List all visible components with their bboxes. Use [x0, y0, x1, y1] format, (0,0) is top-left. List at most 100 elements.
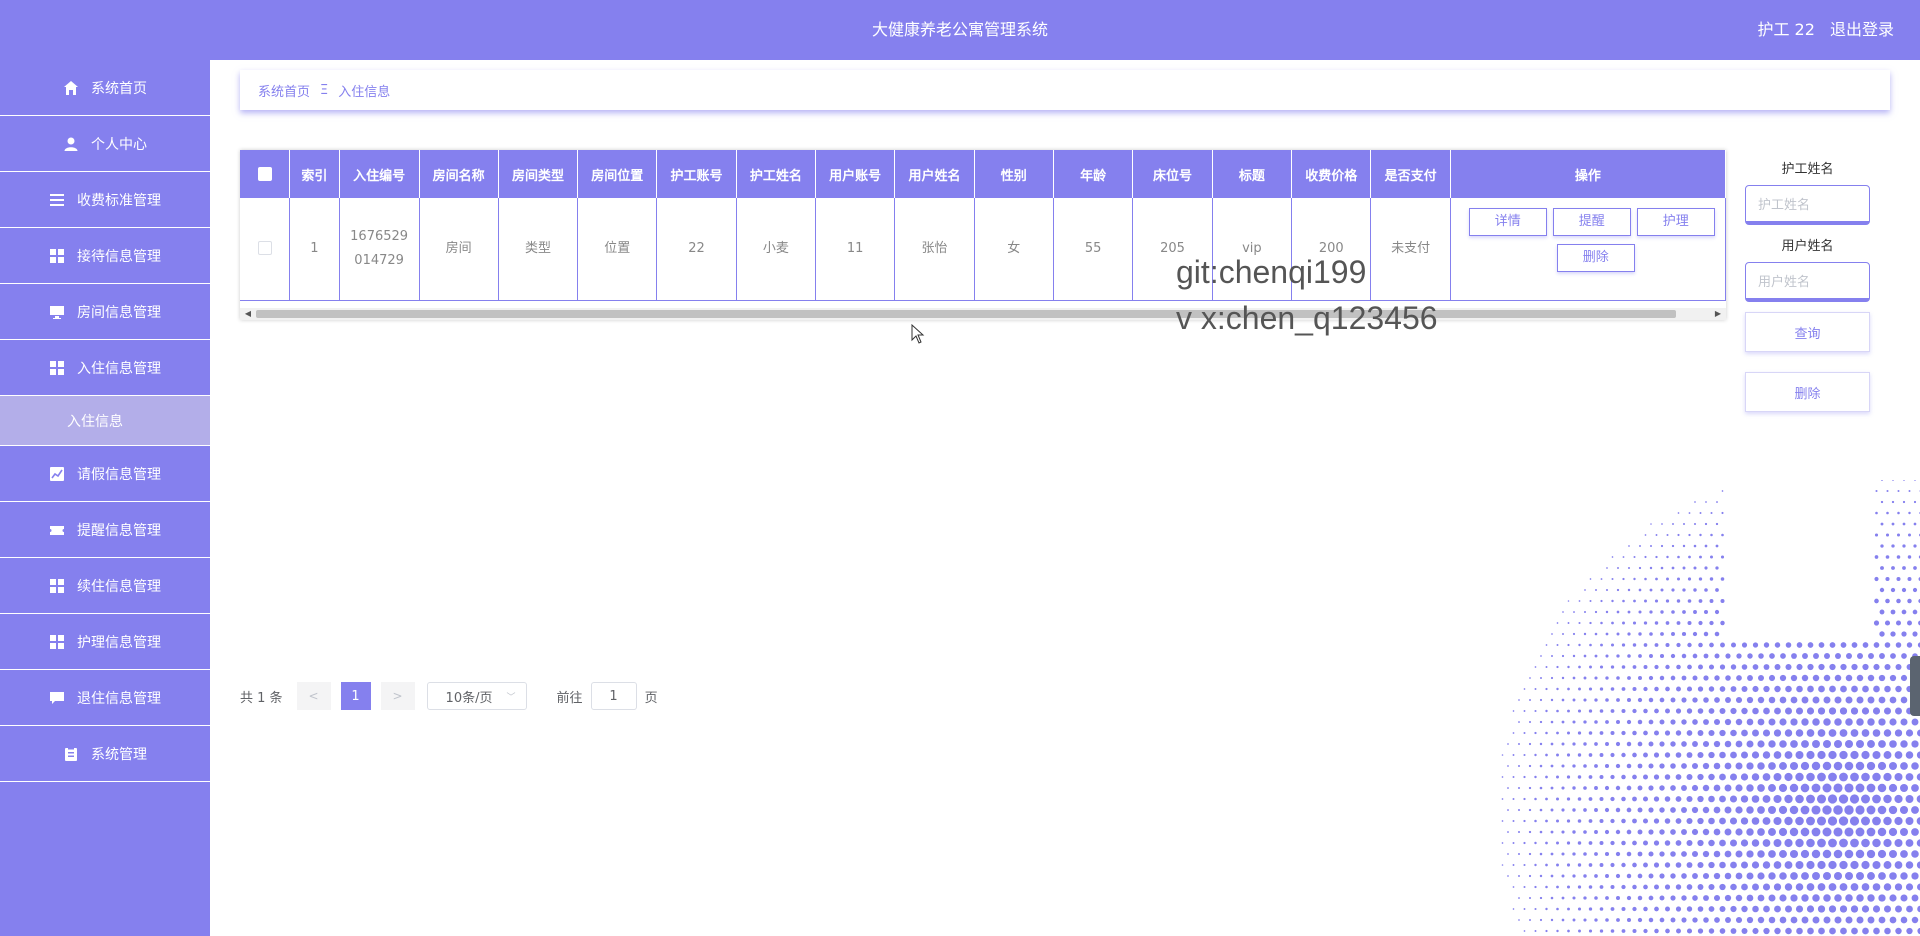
sidebar-item-label: 续住信息管理: [77, 578, 161, 595]
nurse-name-label: 护工姓名: [1781, 162, 1834, 177]
cell-gender: 女: [974, 198, 1054, 301]
goto-page-input[interactable]: 1: [590, 682, 637, 710]
mouse-cursor-icon: [911, 324, 925, 344]
sidebar-item-label: 系统管理: [91, 746, 147, 763]
sidebar-item-checkin[interactable]: 入住信息管理: [0, 340, 210, 396]
side-floating-tab[interactable]: [1910, 656, 1920, 716]
column-header: 年龄: [1053, 150, 1134, 198]
user-name-label: 用户姓名: [1781, 239, 1834, 254]
sidebar-item-profile[interactable]: 个人中心: [0, 116, 210, 172]
sidebar-item-room[interactable]: 房间信息管理: [0, 284, 210, 340]
top-header: 大健康养老公寓管理系统 护工 22 退出登录: [0, 0, 1920, 60]
sidebar-item-leave[interactable]: 请假信息管理: [0, 446, 210, 502]
query-button[interactable]: 查询: [1745, 312, 1870, 352]
cell-user-account: 11: [815, 198, 896, 301]
sidebar-item-nursing[interactable]: 护理信息管理: [0, 614, 210, 670]
sidebar-item-label: 入住信息管理: [77, 360, 161, 377]
column-header: 入住编号: [339, 150, 420, 198]
nursing-button[interactable]: 护理: [1636, 208, 1715, 236]
user-name-input[interactable]: 用户姓名: [1745, 262, 1870, 302]
pagination: 共 1 条 < 1 > 10条/页 ﹀ 前往 1 页: [240, 682, 658, 710]
page-size-select[interactable]: 10条/页 ﹀: [426, 682, 527, 710]
column-header: 房间位置: [577, 150, 658, 198]
scroll-left-arrow-icon[interactable]: ◀: [242, 308, 254, 320]
sidebar-item-label: 收费标准管理: [77, 192, 161, 209]
column-header: 床位号: [1132, 150, 1213, 198]
row-select-cell: [240, 198, 291, 301]
cell-nurse-name: 小麦: [736, 198, 817, 301]
current-user-label: 护工 22: [1757, 20, 1815, 39]
batch-delete-button[interactable]: 删除: [1745, 372, 1870, 412]
column-header: 护工账号: [656, 150, 737, 198]
sidebar-item-label: 提醒信息管理: [77, 522, 161, 539]
horizontal-scrollbar[interactable]: ◀ ▶: [240, 308, 1726, 320]
user-icon: [63, 136, 79, 152]
column-header: 用户姓名: [894, 150, 975, 198]
sidebar-item-label: 请假信息管理: [77, 466, 161, 483]
watermark-line2: v x:chen_q123456: [1176, 300, 1438, 336]
breadcrumb-home[interactable]: 系统首页: [258, 81, 310, 100]
sidebar-item-fee-standard[interactable]: 收费标准管理: [0, 172, 210, 228]
goto-suffix: 页: [644, 690, 658, 706]
grid-icon: [49, 578, 65, 594]
select-all-header: [240, 150, 291, 198]
sidebar-item-reminder[interactable]: 提醒信息管理: [0, 502, 210, 558]
sidebar-item-checkout[interactable]: 退住信息管理: [0, 670, 210, 726]
logout-button[interactable]: 退出登录: [1830, 20, 1894, 39]
watermark-line1: git:chenqi199: [1176, 254, 1367, 290]
list-icon: [49, 192, 65, 208]
breadcrumb: 系统首页 Ξ 入住信息: [240, 70, 1890, 110]
column-header: 是否支付: [1370, 150, 1451, 198]
app-title: 大健康养老公寓管理系统: [871, 20, 1048, 39]
grid-icon: [49, 248, 65, 264]
row-checkbox[interactable]: [257, 241, 272, 256]
cell-index: 1: [289, 198, 340, 301]
sidebar-item-home[interactable]: 系统首页: [0, 60, 210, 116]
page-number-button[interactable]: 1: [340, 682, 371, 710]
user-area: 护工 22 退出登录: [1747, 0, 1894, 60]
cell-room-name: 房间: [419, 198, 499, 301]
detail-button[interactable]: 详情: [1468, 208, 1547, 236]
breadcrumb-separator: Ξ: [320, 82, 329, 98]
sidebar-item-system[interactable]: 系统管理: [0, 726, 210, 782]
remind-button[interactable]: 提醒: [1552, 208, 1631, 236]
row-delete-button[interactable]: 删除: [1556, 244, 1635, 272]
chat-icon: [49, 690, 65, 706]
sidebar-item-label: 房间信息管理: [77, 304, 161, 321]
goto-label: 前往: [556, 690, 583, 706]
column-header: 房间名称: [419, 150, 499, 198]
pagination-total: 共 1 条: [240, 690, 283, 706]
cell-checkin-no: 1676529 014729: [339, 198, 420, 301]
cell-room-location: 位置: [577, 198, 658, 301]
sidebar-item-extend-stay[interactable]: 续住信息管理: [0, 558, 210, 614]
chart-icon: [49, 466, 65, 482]
grid-icon: [49, 634, 65, 650]
chevron-down-icon: ﹀: [506, 692, 516, 703]
sidebar-item-label: 退住信息管理: [77, 690, 161, 707]
sidebar-subitem-checkin-info[interactable]: 入住信息: [0, 396, 210, 446]
column-header: 护工姓名: [736, 150, 817, 198]
home-icon: [63, 80, 79, 96]
ticket-icon: [49, 522, 65, 538]
scroll-right-arrow-icon[interactable]: ▶: [1712, 308, 1724, 320]
table-row: 1 1676529 014729 房间 类型 位置 22 小麦 11 张怡 女 5…: [240, 198, 1726, 301]
clipboard-icon: [63, 746, 79, 762]
grid-icon: [49, 360, 65, 376]
cell-age: 55: [1053, 198, 1134, 301]
sidebar-item-label: 接待信息管理: [77, 248, 161, 265]
checkin-no-line1: 1676529: [350, 228, 409, 244]
select-all-checkbox[interactable]: [257, 167, 272, 181]
nurse-name-input[interactable]: 护工姓名: [1745, 185, 1870, 225]
scrollbar-thumb[interactable]: [256, 310, 1676, 318]
checkin-table: 索引 入住编号 房间名称 房间类型 房间位置 护工账号 护工姓名 用户账号 用户…: [240, 150, 1726, 320]
next-page-button[interactable]: >: [380, 682, 415, 710]
sidebar-item-reception[interactable]: 接待信息管理: [0, 228, 210, 284]
prev-page-button[interactable]: <: [296, 682, 331, 710]
column-header: 性别: [974, 150, 1054, 198]
cell-actions: 详情 提醒 护理 删除: [1450, 198, 1726, 301]
sidebar-item-label: 系统首页: [91, 80, 147, 97]
page-size-value: 10条/页: [445, 690, 493, 706]
breadcrumb-current: 入住信息: [338, 84, 391, 100]
monitor-icon: [49, 304, 65, 320]
cell-paid: 未支付: [1370, 198, 1451, 301]
